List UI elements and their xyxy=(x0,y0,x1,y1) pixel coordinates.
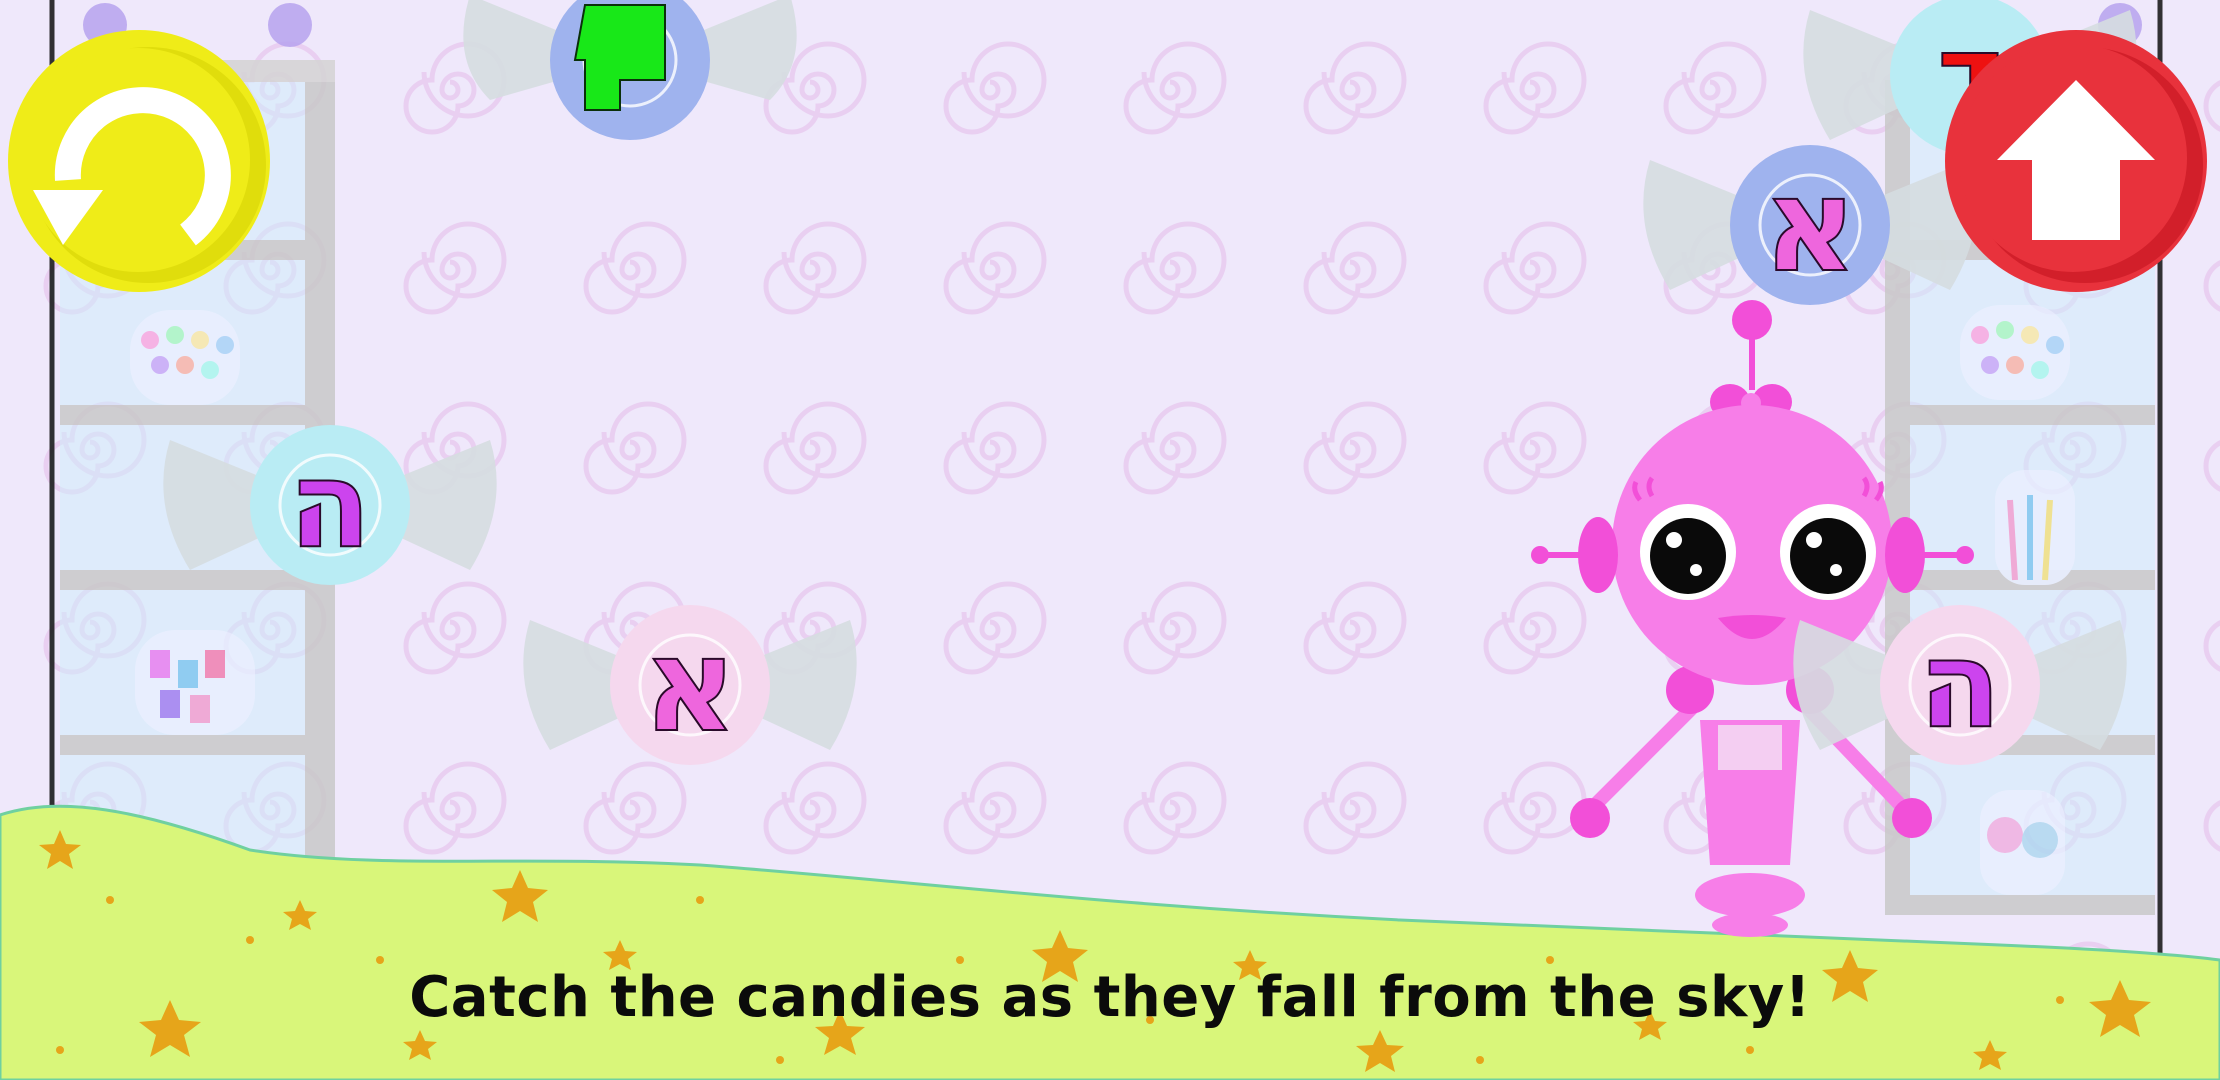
up-arrow-home-icon xyxy=(1959,44,2203,283)
candy-letter-he[interactable]: ה xyxy=(1790,600,2130,770)
candy-letter: א xyxy=(1762,148,1859,302)
candy-letter-he[interactable]: ה xyxy=(160,420,500,590)
replay-button[interactable] xyxy=(8,30,270,292)
candy-letter-alef[interactable]: א xyxy=(520,600,860,770)
candy-letter: ה xyxy=(1918,615,2002,756)
candy-green-block[interactable] xyxy=(460,0,800,145)
candy-letter-alef[interactable]: א xyxy=(1640,140,1980,310)
replay-arrow-icon xyxy=(26,47,266,283)
home-button[interactable] xyxy=(1945,30,2207,292)
instruction-text: Catch the candies as they fall from the … xyxy=(409,965,1811,1030)
candy-letter: א xyxy=(642,608,739,762)
candy-letter: ה xyxy=(288,435,372,576)
